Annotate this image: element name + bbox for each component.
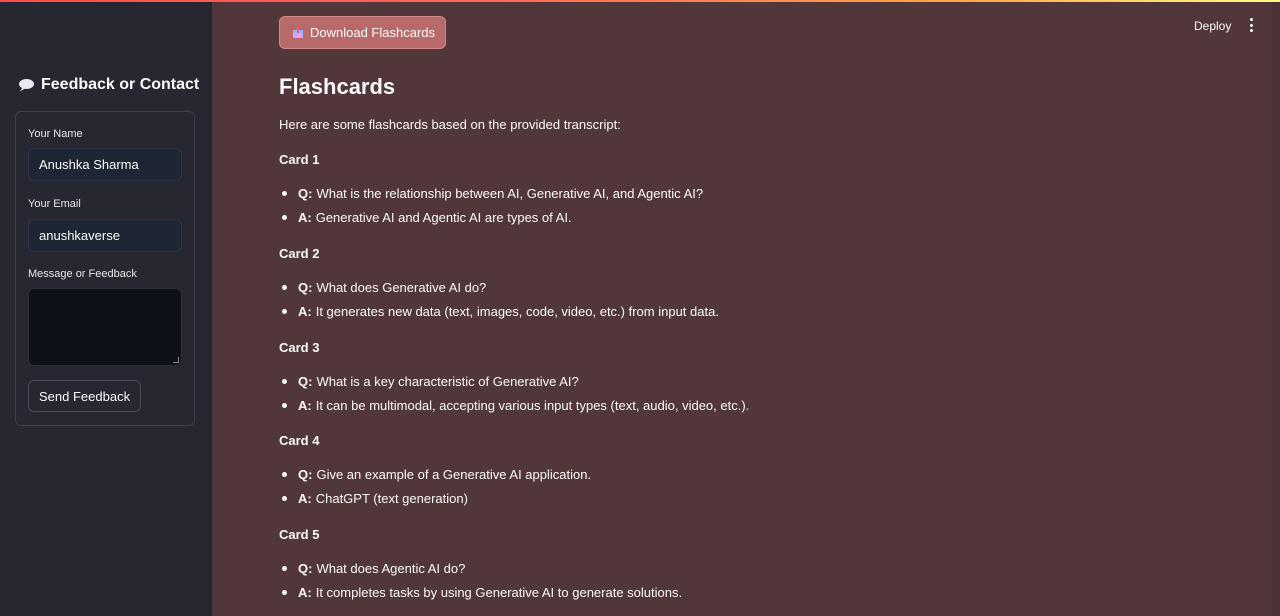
resize-handle-icon[interactable] — [173, 357, 179, 363]
bullet-icon — [282, 472, 287, 477]
answer-text: It can be multimodal, accepting various … — [315, 398, 750, 413]
feedback-form: Your Name Anushka Sharma Your Email anus… — [15, 111, 195, 426]
email-label: Your Email — [28, 198, 81, 210]
deploy-button[interactable]: Deploy — [1194, 19, 1231, 33]
card-heading: Card 1 — [279, 152, 320, 167]
question-prefix: Q: — [298, 186, 313, 201]
card-answer: A: It generates new data (text, images, … — [279, 304, 719, 319]
answer-prefix: A: — [298, 398, 312, 413]
card-answer: A: Generative AI and Agentic AI are type… — [279, 210, 572, 225]
question-text: What is the relationship between AI, Gen… — [316, 186, 704, 201]
answer-text: ChatGPT (text generation) — [315, 491, 468, 506]
card-heading: Card 3 — [279, 340, 320, 355]
kebab-menu-icon[interactable] — [1248, 18, 1254, 32]
name-input[interactable]: Anushka Sharma — [28, 148, 182, 181]
answer-prefix: A: — [298, 491, 312, 506]
card-question: Q: Give an example of a Generative AI ap… — [279, 467, 591, 482]
answer-prefix: A: — [298, 304, 312, 319]
speech-bubble-icon — [18, 78, 35, 92]
card-question: Q: What does Agentic AI do? — [279, 561, 465, 576]
bullet-icon — [282, 496, 287, 501]
sidebar-title-text: Feedback or Contact — [41, 76, 200, 93]
intro-text: Here are some flashcards based on the pr… — [279, 117, 621, 132]
bullet-icon — [282, 566, 287, 571]
name-label: Your Name — [28, 128, 83, 140]
question-prefix: Q: — [298, 280, 313, 295]
send-feedback-button[interactable]: Send Feedback — [28, 380, 142, 412]
download-flashcards-label: Download Flashcards — [310, 25, 436, 40]
message-textarea[interactable] — [28, 288, 182, 366]
answer-text: It generates new data (text, images, cod… — [315, 304, 719, 319]
card-answer: A: ChatGPT (text generation) — [279, 491, 468, 506]
bullet-icon — [282, 379, 287, 384]
download-flashcards-button[interactable]: Download Flashcards — [279, 16, 447, 49]
card-question: Q: What is the relationship between AI, … — [279, 186, 703, 201]
bullet-icon — [282, 403, 287, 408]
top-progress-bar — [0, 0, 1280, 2]
card-heading: Card 2 — [279, 246, 320, 261]
question-text: What does Generative AI do? — [316, 280, 487, 295]
message-label: Message or Feedback — [28, 268, 137, 280]
card-heading: Card 4 — [279, 433, 320, 448]
scrollbar[interactable] — [1272, 0, 1280, 616]
question-prefix: Q: — [298, 467, 313, 482]
page-title: Flashcards — [279, 74, 396, 99]
question-text: What is a key characteristic of Generati… — [316, 374, 579, 389]
email-input[interactable]: anushkaverse — [28, 219, 182, 252]
bullet-icon — [282, 191, 287, 196]
answer-text: It completes tasks by using Generative A… — [315, 585, 683, 600]
question-prefix: Q: — [298, 374, 313, 389]
bullet-icon — [282, 309, 287, 314]
answer-text: Generative AI and Agentic AI are types o… — [315, 210, 572, 225]
answer-prefix: A: — [298, 210, 312, 225]
card-heading: Card 5 — [279, 527, 320, 542]
sidebar-title: Feedback or Contact — [18, 76, 199, 94]
answer-prefix: A: — [298, 585, 312, 600]
question-text: What does Agentic AI do? — [316, 561, 466, 576]
question-text: Give an example of a Generative AI appli… — [316, 467, 592, 482]
card-answer: A: It can be multimodal, accepting vario… — [279, 398, 749, 413]
bullet-icon — [282, 215, 287, 220]
package-icon — [292, 27, 304, 39]
question-prefix: Q: — [298, 561, 313, 576]
card-question: Q: What is a key characteristic of Gener… — [279, 374, 579, 389]
card-answer: A: It completes tasks by using Generativ… — [279, 585, 682, 600]
bullet-icon — [282, 590, 287, 595]
sidebar: Feedback or Contact Your Name Anushka Sh… — [0, 0, 212, 616]
bullet-icon — [282, 285, 287, 290]
card-question: Q: What does Generative AI do? — [279, 280, 486, 295]
